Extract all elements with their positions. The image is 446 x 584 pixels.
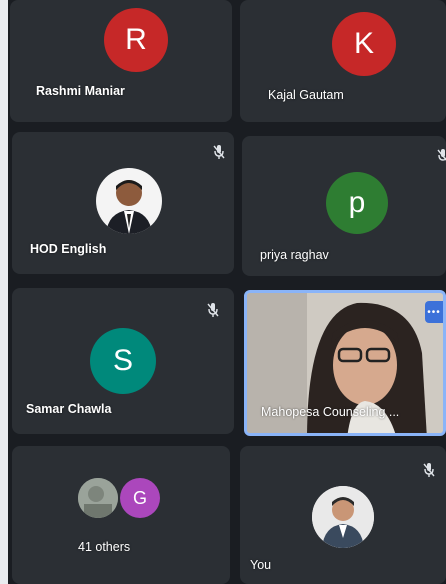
avatar: S <box>90 328 156 394</box>
avatar: R <box>104 8 168 72</box>
participant-name: Samar Chawla <box>26 402 112 416</box>
avatar: K <box>332 12 396 76</box>
profile-photo <box>96 168 162 234</box>
participant-name: Rashmi Maniar <box>36 84 125 98</box>
mic-off-icon <box>437 149 446 161</box>
more-dots-icon[interactable]: ••• <box>425 301 443 323</box>
participant-tile-kajal[interactable]: K Kajal Gautam <box>240 0 446 122</box>
participant-tile-you[interactable]: You <box>240 446 446 584</box>
mic-off-icon <box>423 463 435 477</box>
window-edge <box>0 0 8 584</box>
participant-name: priya raghav <box>260 248 329 262</box>
participant-tile-rashmi[interactable]: R Rashmi Maniar <box>10 0 232 122</box>
others-photo <box>78 478 118 518</box>
participant-name: You <box>250 558 272 572</box>
mic-off-icon <box>213 145 225 159</box>
participant-name: Mahopesa Counseling ... <box>261 405 400 419</box>
participant-name: Kajal Gautam <box>268 88 344 102</box>
participant-tile-samar[interactable]: S Samar Chawla <box>12 288 234 434</box>
participant-tile-others[interactable]: G 41 others <box>12 446 230 584</box>
participant-name: HOD English <box>30 242 107 256</box>
participant-tile-active-speaker[interactable]: ••• Mahopesa Counseling ... <box>244 290 446 436</box>
profile-photo <box>312 486 374 548</box>
avatar: p <box>326 172 388 234</box>
mic-off-icon <box>207 303 219 317</box>
participant-tile-priya[interactable]: p priya raghav <box>242 136 446 276</box>
avatar: G <box>120 478 160 518</box>
participant-tile-hod-english[interactable]: HOD English <box>12 132 234 274</box>
participant-name: 41 others <box>78 540 131 554</box>
